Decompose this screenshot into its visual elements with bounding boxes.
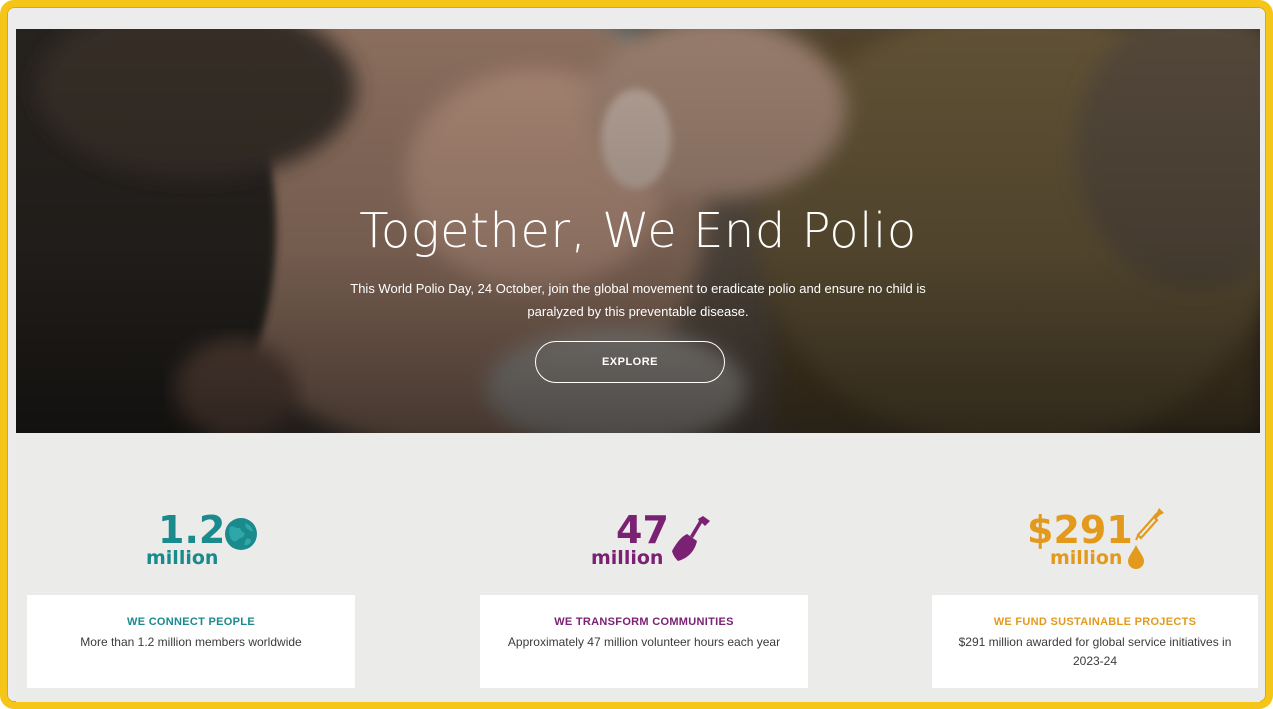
stat-unit: million	[591, 547, 664, 569]
stat-description: Approximately 47 million volunteer hours…	[507, 635, 781, 649]
stat-transform-figure: 47 million	[591, 511, 731, 571]
stat-number: $291	[1027, 508, 1133, 552]
explore-button[interactable]: EXPLORE	[535, 341, 725, 383]
hero-title: Together, We End Polio	[359, 203, 917, 259]
stat-unit: million	[146, 547, 219, 569]
globe-icon	[225, 518, 257, 550]
stat-title: WE FUND SUSTAINABLE PROJECTS	[993, 616, 1197, 628]
dropper-icon	[1128, 508, 1164, 569]
stat-description: $291 million awarded for global service …	[958, 635, 1232, 668]
stat-description: More than 1.2 million members worldwide	[80, 635, 302, 649]
stat-title: WE CONNECT PEOPLE	[127, 616, 255, 628]
stat-number: 47	[616, 508, 669, 552]
page-viewport: Together, We End Polio This World Polio …	[16, 29, 1260, 702]
impact-stats: 1.2 million WE CONNECT PEOPLE More than …	[16, 433, 1260, 702]
stat-number: 1.2	[158, 508, 226, 552]
hero-banner: Together, We End Polio This World Polio …	[16, 29, 1260, 433]
stat-title: WE TRANSFORM COMMUNITIES	[554, 616, 734, 628]
stat-connect-card: WE CONNECT PEOPLE More than 1.2 million …	[27, 595, 355, 688]
stat-fund-card: WE FUND SUSTAINABLE PROJECTS $291 millio…	[932, 595, 1258, 688]
stat-unit: million	[1050, 547, 1123, 569]
stat-fund-figure: $291 million	[1022, 508, 1172, 571]
stat-connect-figure: 1.2 million	[136, 511, 276, 571]
highlight-frame: Together, We End Polio This World Polio …	[0, 0, 1273, 709]
stat-transform-card: WE TRANSFORM COMMUNITIES Approximately 4…	[480, 595, 808, 688]
shovel-icon	[672, 516, 710, 561]
hero-subtitle: This World Polio Day, 24 October, join t…	[350, 281, 926, 319]
